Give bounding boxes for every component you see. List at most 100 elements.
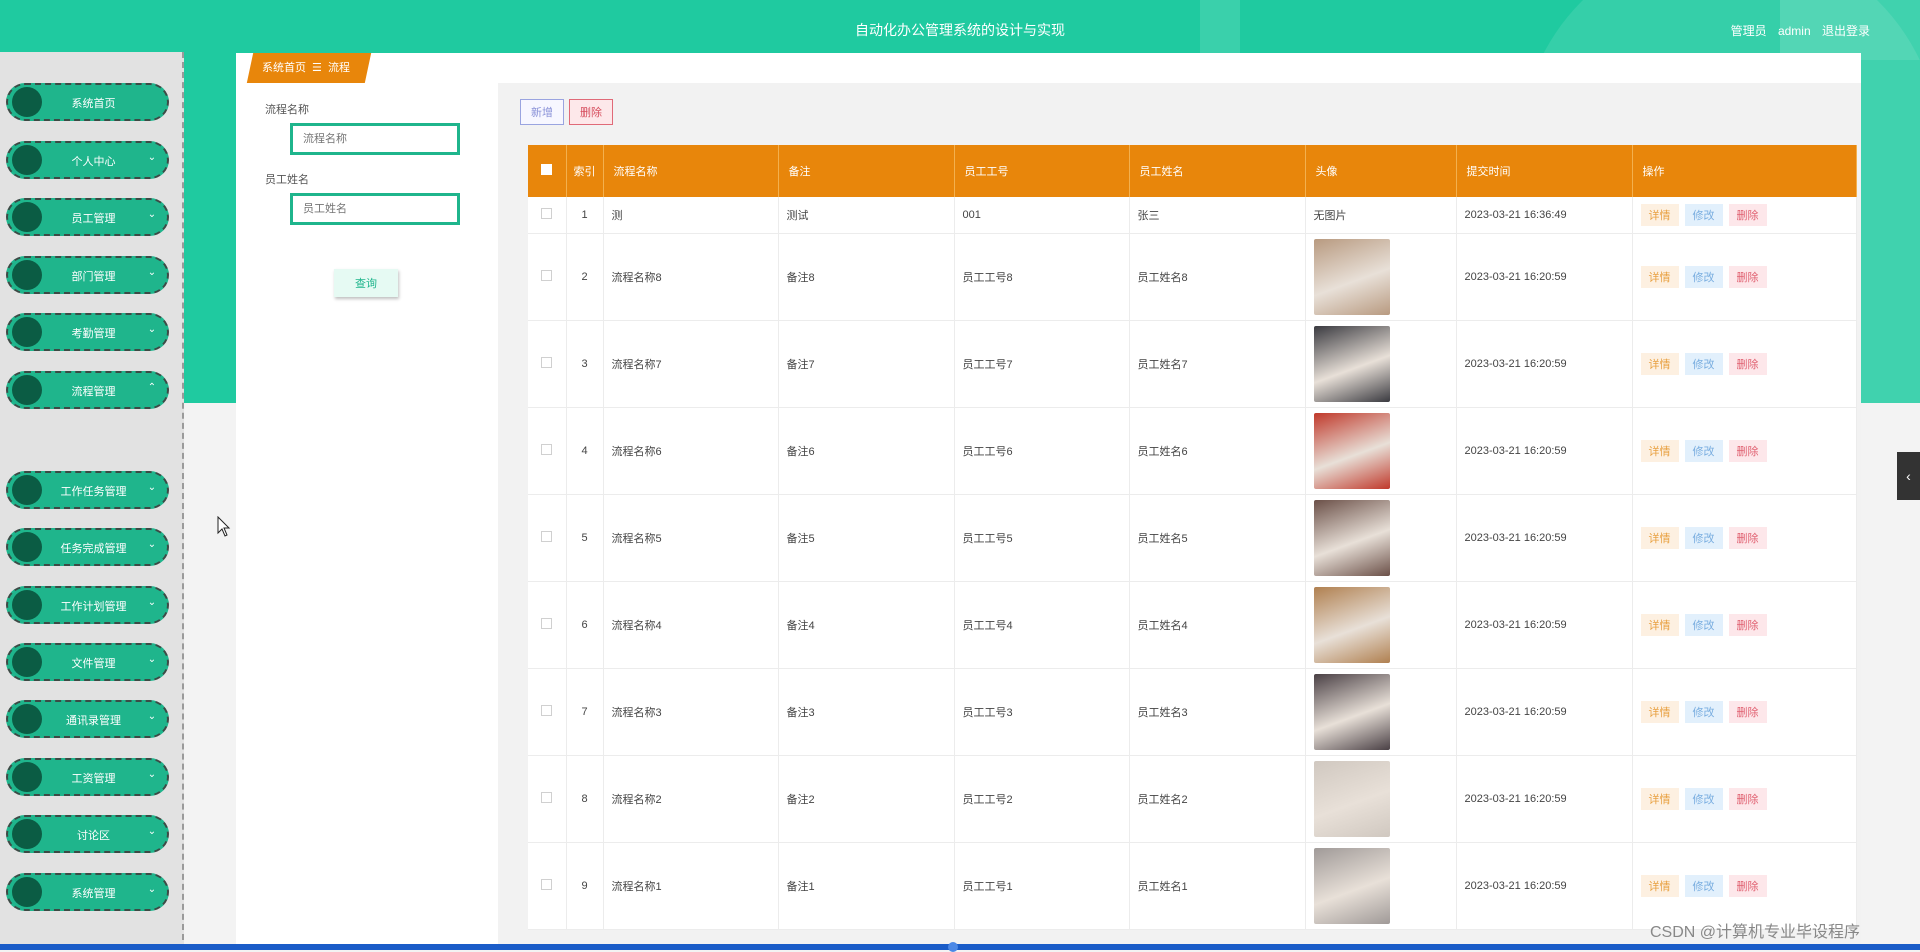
row-checkbox[interactable] (528, 320, 567, 408)
edit-button[interactable]: 修改 (1684, 204, 1723, 226)
logout-link[interactable]: 退出登录 (1822, 24, 1870, 38)
sidebar-item-personal-center[interactable]: 个人中心 ⌄ (6, 141, 169, 179)
detail-button[interactable]: 详情 (1640, 266, 1679, 288)
sidebar-item-contacts[interactable]: 通讯录管理 ⌄ (6, 700, 169, 738)
detail-button[interactable]: 详情 (1640, 788, 1679, 810)
cell-employee-no: 001 (954, 197, 1130, 234)
row-checkbox[interactable] (528, 668, 567, 756)
edit-button[interactable]: 修改 (1684, 788, 1723, 810)
cell-index: 6 (566, 581, 604, 669)
process-name-input[interactable] (290, 123, 460, 155)
top-bar: 自动化办公管理系统的设计与实现 管理员 admin 退出登录 (0, 0, 1920, 60)
edit-button[interactable]: 修改 (1684, 875, 1723, 897)
row-checkbox[interactable] (528, 581, 567, 669)
sidebar-item-process[interactable]: 流程管理 ⌃ (6, 371, 169, 409)
cell-actions: 详情 修改 删除 (1632, 233, 1857, 321)
row-checkbox[interactable] (528, 407, 567, 495)
table-row: 1 测测试 001 张三 无图片 2023-03-21 16:36:49 详情 修改 删除 (528, 197, 1857, 234)
menu-circle-icon (12, 475, 42, 505)
detail-button[interactable]: 详情 (1640, 701, 1679, 723)
menu-circle-icon (12, 145, 42, 175)
chevron-down-icon: ⌄ (147, 324, 157, 335)
sidebar-item-salary[interactable]: 工资管理 ⌄ (6, 758, 169, 796)
sidebar-item-label: 系统首页 (71, 98, 116, 110)
sidebar-item-label: 考勤管理 (71, 328, 116, 340)
row-checkbox[interactable] (528, 494, 567, 582)
row-delete-button[interactable]: 删除 (1728, 614, 1767, 636)
table-row: 8 流程名称2 备注2 员工工号2 员工姓名2 2023-03-21 16:20:59 详情… (528, 755, 1857, 843)
app-title: 自动化办公管理系统的设计与实现 (855, 22, 1065, 38)
user-name: admin (1777, 24, 1811, 38)
employee-name-label: 员工姓名 (265, 174, 309, 186)
cell-index: 4 (566, 407, 604, 495)
sidebar-item-forum[interactable]: 讨论区 ⌄ (6, 815, 169, 853)
sidebar-item-home[interactable]: 系统首页 (6, 83, 169, 121)
edit-button[interactable]: 修改 (1684, 440, 1723, 462)
delete-button[interactable]: 删除 (569, 99, 613, 125)
row-delete-button[interactable]: 删除 (1728, 353, 1767, 375)
employee-name-input[interactable] (290, 193, 460, 225)
sidebar-item-task-completion[interactable]: 任务完成管理 ⌄ (6, 528, 169, 566)
sidebar-item-work-task[interactable]: 工作任务管理 ⌄ (6, 471, 169, 509)
row-checkbox[interactable] (528, 842, 567, 930)
cell-submit-time: 2023-03-21 16:20:59 (1456, 407, 1633, 495)
cell-process-name: 流程名称5 (603, 494, 779, 582)
row-delete-button[interactable]: 删除 (1728, 875, 1767, 897)
data-table: 索引 流程名称 备注 员工工号 员工姓名 头像 提交时间 操作 1 测测试 001 张… (528, 145, 1857, 930)
row-delete-button[interactable]: 删除 (1728, 701, 1767, 723)
row-checkbox[interactable] (528, 233, 567, 321)
row-delete-button[interactable]: 删除 (1728, 788, 1767, 810)
sidebar-item-department[interactable]: 部门管理 ⌄ (6, 256, 169, 294)
detail-button[interactable]: 详情 (1640, 875, 1679, 897)
cell-actions: 详情 修改 删除 (1632, 755, 1857, 843)
menu-circle-icon (12, 87, 42, 117)
cell-employee-no: 员工工号2 (954, 755, 1130, 843)
sidebar: 系统首页 个人中心 ⌄ 员工管理 ⌄ 部门管理 ⌄ 考勤管理 ⌄ 流程管理 ⌃ … (0, 52, 184, 950)
cell-employee-no: 员工工号6 (954, 407, 1130, 495)
edit-button[interactable]: 修改 (1684, 353, 1723, 375)
cell-process-name: 测 (603, 197, 779, 234)
cell-submit-time: 2023-03-21 16:20:59 (1456, 233, 1633, 321)
query-button[interactable]: 查询 (334, 269, 398, 297)
detail-button[interactable]: 详情 (1640, 440, 1679, 462)
table-row: 3 流程名称7 备注7 员工工号7 员工姓名7 2023-03-21 16:20:59 详情… (528, 320, 1857, 408)
cell-employee-name: 员工姓名4 (1129, 581, 1306, 669)
row-delete-button[interactable]: 删除 (1728, 527, 1767, 549)
cell-avatar (1305, 233, 1457, 321)
edit-button[interactable]: 修改 (1684, 701, 1723, 723)
cell-process-name: 流程名称6 (603, 407, 779, 495)
detail-button[interactable]: 详情 (1640, 204, 1679, 226)
cell-note: 备注4 (778, 581, 955, 669)
sidebar-item-attendance[interactable]: 考勤管理 ⌄ (6, 313, 169, 351)
detail-button[interactable]: 详情 (1640, 527, 1679, 549)
cell-avatar (1305, 581, 1457, 669)
sidebar-item-file[interactable]: 文件管理 ⌄ (6, 643, 169, 681)
edit-button[interactable]: 修改 (1684, 527, 1723, 549)
row-checkbox[interactable] (528, 755, 567, 843)
row-checkbox[interactable] (528, 197, 567, 234)
table-row: 7 流程名称3 备注3 员工工号3 员工姓名3 2023-03-21 16:20:59 详情… (528, 668, 1857, 756)
detail-button[interactable]: 详情 (1640, 614, 1679, 636)
cell-note: 备注7 (778, 320, 955, 408)
sidebar-item-system[interactable]: 系统管理 ⌄ (6, 873, 169, 911)
table-row: 6 流程名称4 备注4 员工工号4 员工姓名4 2023-03-21 16:20:59 详情… (528, 581, 1857, 669)
sidebar-item-employee[interactable]: 员工管理 ⌄ (6, 198, 169, 236)
select-all-checkbox[interactable] (528, 145, 567, 197)
row-delete-button[interactable]: 删除 (1728, 266, 1767, 288)
scroll-knob[interactable] (948, 942, 958, 952)
cell-note: 备注5 (778, 494, 955, 582)
detail-button[interactable]: 详情 (1640, 353, 1679, 375)
sidebar-item-work-plan[interactable]: 工作计划管理 ⌄ (6, 586, 169, 624)
cell-process-name: 流程名称2 (603, 755, 779, 843)
breadcrumb-home[interactable]: 系统首页 (262, 53, 306, 83)
edit-button[interactable]: 修改 (1684, 614, 1723, 636)
row-delete-button[interactable]: 删除 (1728, 440, 1767, 462)
user-info: 管理员 admin 退出登录 (1723, 22, 1870, 39)
edit-button[interactable]: 修改 (1684, 266, 1723, 288)
avatar (1313, 587, 1390, 663)
row-delete-button[interactable]: 删除 (1728, 204, 1767, 226)
add-button[interactable]: 新增 (520, 99, 564, 125)
chevron-down-icon: ⌄ (147, 152, 157, 163)
collapse-handle[interactable]: ‹ (1897, 452, 1920, 500)
chevron-down-icon: ⌄ (147, 826, 157, 837)
